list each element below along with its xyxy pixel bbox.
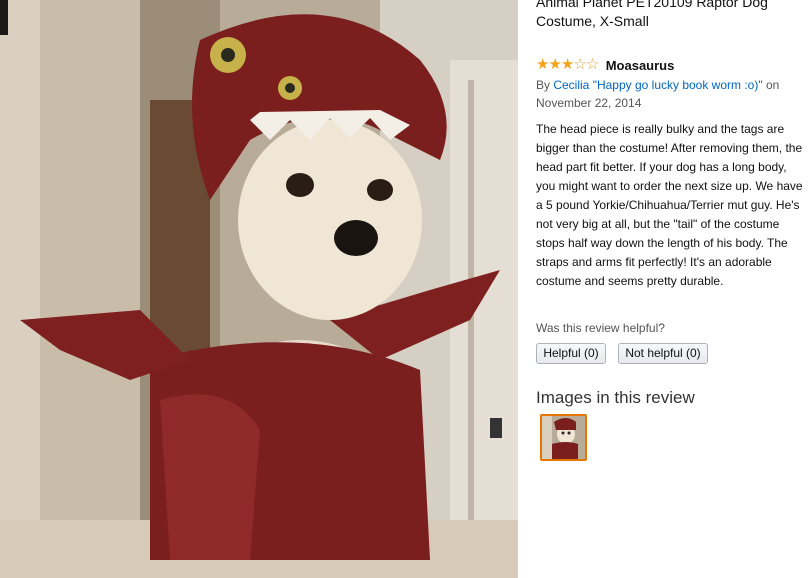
star-filled-icon: ★ [536, 56, 549, 73]
product-title-text[interactable]: Animal Planet PET20109 Raptor Dog Costum… [536, 0, 768, 29]
star-empty-icon: ☆ [585, 56, 599, 73]
review-image-thumbnail[interactable] [540, 414, 587, 461]
review-title[interactable]: Moasaurus [606, 58, 675, 73]
star-empty-icon: ☆ [573, 56, 586, 73]
review-body: The head piece is really bulky and the t… [536, 122, 803, 288]
byline-prefix: By [536, 78, 554, 92]
review-byline: By Cecilia "Happy go lucky book worm :o)… [536, 76, 808, 112]
star-rating[interactable]: ★★★☆☆ [536, 56, 599, 74]
review-photo [0, 0, 518, 578]
product-title[interactable]: Animal Planet PET20109 Raptor Dog Costum… [536, 0, 808, 31]
helpful-question: Was this review helpful? [536, 321, 665, 335]
star-filled-icon: ★ [548, 56, 561, 73]
star-filled-icon: ★ [560, 56, 574, 73]
rating-row: ★★★☆☆ Moasaurus [536, 56, 675, 74]
helpful-button[interactable]: Helpful (0) [536, 343, 606, 364]
not-helpful-button[interactable]: Not helpful (0) [618, 343, 708, 364]
review-panel: Animal Planet PET20109 Raptor Dog Costum… [536, 0, 808, 578]
images-section-heading: Images in this review [536, 388, 695, 407]
author-link[interactable]: Cecilia "Happy go lucky book worm :o)" [553, 78, 762, 92]
